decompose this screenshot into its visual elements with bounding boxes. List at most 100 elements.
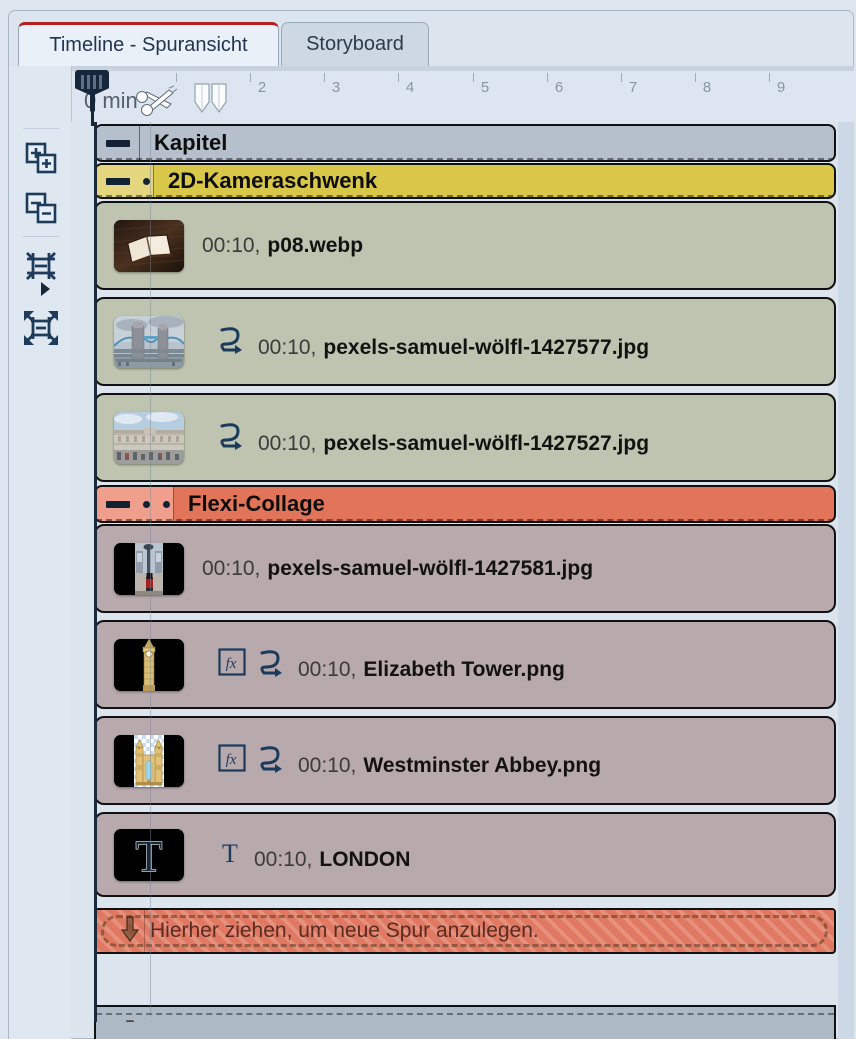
playhead[interactable] — [75, 70, 109, 126]
clip-london-title[interactable]: T T 00:10, LONDON — [94, 812, 836, 897]
expand-caret-icon[interactable] — [41, 282, 50, 296]
clip-thumbnail[interactable] — [114, 411, 184, 464]
track-2d-camera-pan[interactable]: 2D-Kameraschwenk — [94, 163, 836, 199]
collapse-track-icon[interactable] — [106, 177, 130, 185]
track-header-gutter[interactable] — [96, 165, 154, 197]
tab-label: Timeline - Spuransicht — [49, 34, 248, 56]
clip-thumbnail[interactable] — [114, 734, 184, 787]
timeline-left-border — [94, 122, 97, 1022]
fit-all-icon[interactable] — [19, 306, 63, 350]
svg-text:fx: fx — [226, 752, 237, 768]
clip-elizabeth-tower[interactable]: fx 00:10, Elizabeth Tower.png — [94, 620, 836, 709]
ruler-scale[interactable]: 2 3 4 5 6 7 8 9 — [71, 66, 854, 122]
track-label: 2D-Kameraschwenk — [168, 168, 378, 193]
clip-thumbnail[interactable] — [114, 219, 184, 272]
clip-duration: 00:10, — [202, 556, 261, 580]
clip-p08[interactable]: 00:10, p08.webp — [94, 201, 836, 290]
clip-duration: 00:10, — [254, 847, 313, 871]
ruler-top-band — [72, 66, 854, 71]
clip-thumbnail[interactable]: T — [114, 828, 184, 881]
tab-label: Storyboard — [306, 33, 404, 55]
scissors-icon[interactable] — [133, 80, 181, 125]
remove-track-icon[interactable] — [19, 186, 63, 230]
clip-thumbnail[interactable] — [114, 542, 184, 595]
tab-storyboard[interactable]: Storyboard — [281, 22, 429, 66]
motion-curve-icon[interactable] — [218, 420, 246, 450]
clip-caption: 00:10, pexels-samuel-wölfl-1427581.jpg — [202, 557, 593, 581]
timeline-toolbar — [9, 66, 71, 1039]
clip-filename: pexels-samuel-wölfl-1427581.jpg — [267, 556, 594, 580]
clip-1427577[interactable]: 00:10, pexels-samuel-wölfl-1427577.jpg — [94, 297, 836, 386]
clip-westminster-abbey[interactable]: fx 00:10, Westminster Abbey.png — [94, 716, 836, 805]
clip-caption: fx 00:10, Elizabeth Tower.png — [202, 647, 565, 682]
svg-text:T: T — [136, 832, 163, 881]
track-dashed-line — [96, 195, 834, 197]
collapse-track-icon[interactable] — [106, 139, 130, 147]
clip-icons: T — [218, 838, 254, 866]
ruler-tick — [324, 73, 325, 82]
ruler-tick — [473, 73, 474, 82]
clip-icons — [218, 324, 258, 354]
svg-text:fx: fx — [226, 656, 237, 672]
motion-curve-icon[interactable] — [258, 647, 286, 677]
split-marker-icon[interactable] — [191, 82, 231, 121]
tab-timeline-track-view[interactable]: Timeline - Spuransicht — [18, 22, 279, 66]
track-label: Kapitel — [154, 130, 228, 155]
clip-duration: 00:10, — [202, 233, 261, 257]
track-flexi-collage[interactable]: Flexi-Collage — [94, 485, 836, 523]
clip-caption: 00:10, pexels-samuel-wölfl-1427527.jpg — [202, 420, 649, 456]
svg-text:T: T — [222, 839, 238, 866]
clip-icons: fx — [218, 647, 298, 677]
ruler-tick-label: 4 — [405, 79, 415, 96]
drop-arrow-icon — [120, 915, 140, 947]
fx-icon[interactable]: fx — [218, 648, 246, 676]
clip-filename: Elizabeth Tower.png — [363, 658, 565, 681]
clip-duration: 00:10, — [258, 335, 317, 359]
motion-curve-icon[interactable] — [218, 324, 246, 354]
clip-1427581[interactable]: 00:10, pexels-samuel-wölfl-1427581.jpg — [94, 524, 836, 613]
drop-arrow-icon — [120, 1019, 140, 1022]
clip-duration: 00:10, — [258, 431, 317, 455]
ruler-tick-label: 9 — [776, 79, 786, 96]
ruler-tick — [250, 73, 251, 82]
add-track-icon[interactable] — [19, 136, 63, 180]
ruler-tick — [769, 73, 770, 82]
clip-thumbnail[interactable] — [114, 315, 184, 368]
timeline-right-gutter — [838, 122, 854, 1039]
chapter-track-bottom — [94, 1005, 836, 1039]
ruler-tick-label: 3 — [331, 79, 341, 96]
clip-icons — [218, 420, 258, 450]
fx-icon[interactable]: fx — [218, 744, 246, 772]
motion-curve-icon[interactable] — [258, 743, 286, 773]
track-header-gutter[interactable] — [96, 487, 174, 521]
ruler-tick — [547, 73, 548, 82]
clip-1427527[interactable]: 00:10, pexels-samuel-wölfl-1427527.jpg — [94, 393, 836, 482]
toolbar-divider — [23, 236, 59, 237]
dropzone-salmon[interactable]: Hierher ziehen, um neue Spur anzulegen. — [94, 908, 836, 954]
track-level-dot — [143, 177, 150, 185]
clip-caption: fx 00:10, Westminster Abbey.png — [202, 743, 601, 778]
clip-caption: 00:10, p08.webp — [202, 234, 363, 258]
clip-duration: 00:10, — [298, 754, 357, 777]
bottom-dashed-line — [96, 1013, 834, 1015]
clip-filename: pexels-samuel-wölfl-1427577.jpg — [323, 335, 650, 359]
dropzone-label: Hierher ziehen, um neue Spur anzulegen. — [150, 919, 539, 942]
clip-thumbnail[interactable] — [114, 638, 184, 691]
collapse-track-icon[interactable] — [106, 500, 130, 508]
track-dashed-line — [96, 158, 834, 160]
track-header-gutter[interactable] — [96, 126, 140, 160]
clip-icons: fx — [218, 743, 298, 773]
ruler-tick-label: 6 — [554, 79, 564, 96]
toolbar-divider — [23, 128, 59, 129]
clip-filename: LONDON — [319, 847, 411, 871]
text-icon[interactable]: T — [218, 838, 242, 866]
clip-filename: Westminster Abbey.png — [363, 754, 602, 777]
ruler-tick-label: 7 — [628, 79, 638, 96]
chapter-track[interactable]: Kapitel — [94, 124, 836, 162]
track-label: Flexi-Collage — [188, 491, 325, 516]
timeline-tracks: Kapitel 2D-Kameraschwenk 00:10, p08.webp… — [94, 122, 854, 1022]
clip-caption: 00:10, pexels-samuel-wölfl-1427577.jpg — [202, 324, 649, 360]
ruler-tick — [398, 73, 399, 82]
dropzone-gutter-line — [144, 910, 145, 952]
track-level-dot — [143, 500, 150, 508]
